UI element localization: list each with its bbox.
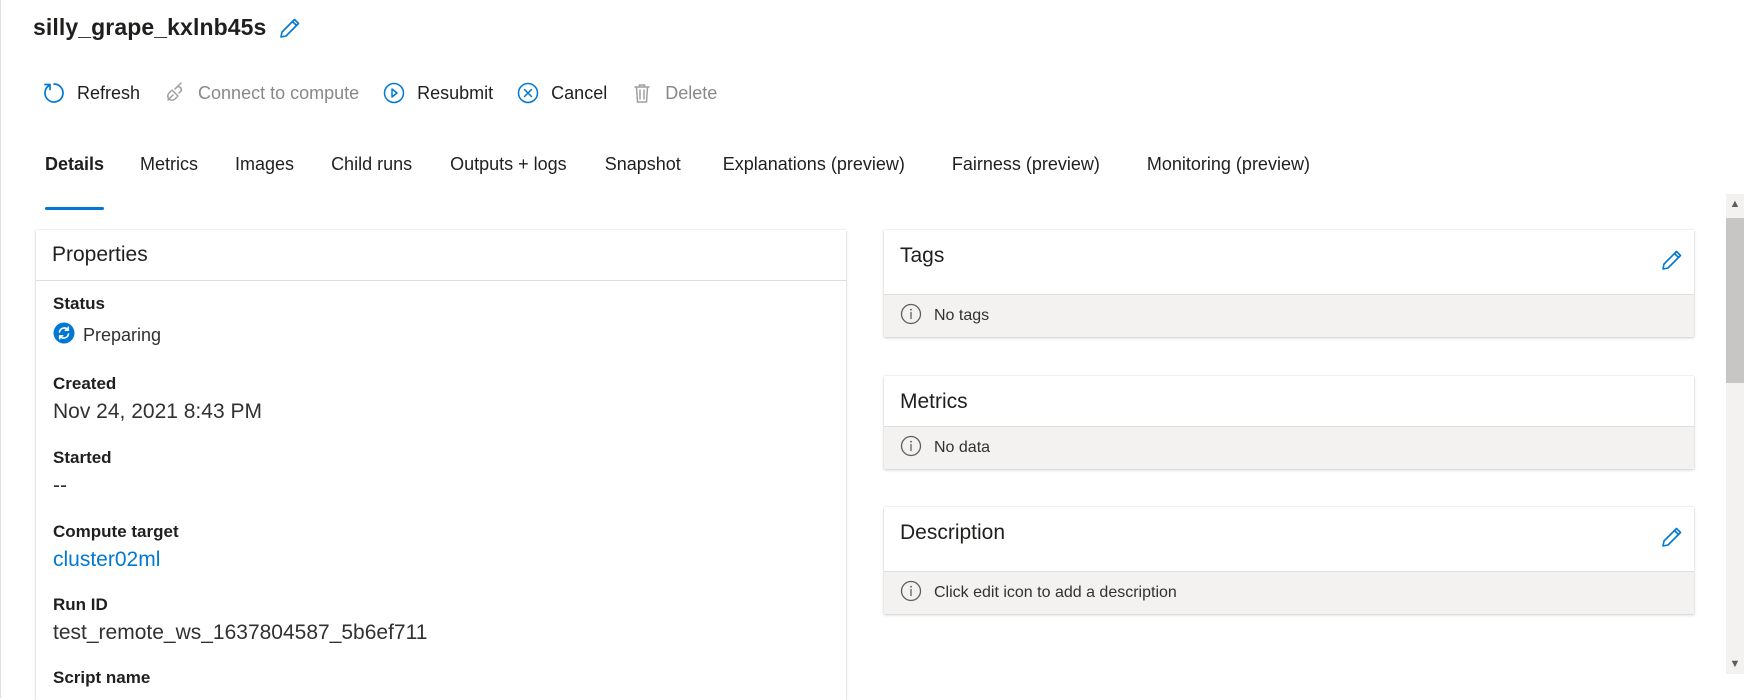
created-property: Created Nov 24, 2021 8:43 PM: [36, 374, 846, 424]
cancel-label: Cancel: [551, 82, 608, 103]
run-id-value: test_remote_ws_1637804587_5b6ef711: [53, 621, 428, 644]
resubmit-label: Resubmit: [417, 82, 494, 103]
description-header: Description: [884, 507, 1694, 571]
tags-header: Tags: [884, 230, 1694, 294]
properties-card: Properties Status Preparing Created Nov …: [36, 230, 846, 700]
tab-images[interactable]: Images: [235, 150, 294, 196]
script-name-property: Script name: [36, 668, 846, 688]
info-icon: [900, 435, 922, 462]
preparing-status-icon: [53, 322, 75, 349]
script-name-label: Script name: [53, 668, 151, 687]
status-label: Status: [53, 294, 105, 313]
tags-card: Tags No tags: [884, 230, 1694, 337]
info-icon: [900, 303, 922, 330]
tags-empty-text: No tags: [934, 307, 990, 324]
edit-description-icon[interactable]: [1660, 525, 1684, 549]
command-bar: Refresh Connect to compute Resubmit Canc…: [41, 78, 739, 108]
metrics-card: Metrics No data: [884, 376, 1694, 469]
refresh-label: Refresh: [77, 82, 141, 103]
description-empty-text: Click edit icon to add a description: [934, 584, 1177, 601]
connect-label: Connect to compute: [198, 82, 360, 103]
metrics-empty-row: No data: [884, 426, 1694, 469]
play-circle-icon: [381, 80, 407, 106]
tags-title: Tags: [900, 244, 945, 267]
run-id-property: Run ID test_remote_ws_1637804587_5b6ef71…: [36, 595, 846, 645]
tab-monitoring[interactable]: Monitoring (preview): [1147, 150, 1310, 196]
scrollbar-thumb[interactable]: [1726, 218, 1744, 383]
scroll-down-arrow[interactable]: ▼: [1726, 655, 1744, 673]
left-border: [0, 0, 1, 698]
started-property: Started --: [36, 448, 846, 498]
delete-button[interactable]: Delete: [629, 80, 717, 106]
refresh-icon: [41, 80, 67, 106]
status-value-row: Preparing: [53, 322, 846, 349]
description-card: Description Click edit icon to add a des…: [884, 507, 1694, 614]
delete-label: Delete: [665, 82, 718, 103]
scroll-up-arrow[interactable]: ▲: [1726, 195, 1744, 213]
tab-metrics[interactable]: Metrics: [140, 150, 198, 196]
info-icon: [900, 580, 922, 607]
refresh-button[interactable]: Refresh: [41, 80, 140, 106]
properties-header: Properties: [36, 230, 846, 281]
connect-to-compute-button[interactable]: Connect to compute: [162, 80, 359, 106]
compute-target-label: Compute target: [53, 522, 179, 541]
title-row: silly_grape_kxlnb45s: [33, 14, 302, 41]
description-empty-row: Click edit icon to add a description: [884, 571, 1694, 614]
tags-empty-row: No tags: [884, 294, 1694, 337]
edit-tags-icon[interactable]: [1660, 248, 1684, 272]
tab-outputs-logs[interactable]: Outputs + logs: [450, 150, 567, 196]
cancel-circle-icon: [515, 80, 541, 106]
tab-bar: Details Metrics Images Child runs Output…: [45, 150, 1310, 210]
metrics-title: Metrics: [900, 390, 968, 413]
status-value: Preparing: [83, 325, 162, 345]
edit-title-icon[interactable]: [278, 16, 302, 40]
description-title: Description: [900, 521, 1006, 544]
cancel-button[interactable]: Cancel: [515, 80, 607, 106]
run-id-label: Run ID: [53, 595, 108, 614]
tab-fairness[interactable]: Fairness (preview): [952, 150, 1100, 196]
run-title: silly_grape_kxlnb45s: [33, 14, 267, 40]
started-value: --: [53, 474, 67, 497]
tab-snapshot[interactable]: Snapshot: [605, 150, 681, 196]
created-value: Nov 24, 2021 8:43 PM: [53, 400, 262, 423]
created-label: Created: [53, 374, 117, 393]
plug-icon: [162, 80, 188, 106]
metrics-header: Metrics: [884, 376, 1694, 426]
tab-explanations[interactable]: Explanations (preview): [723, 150, 905, 196]
compute-target-link[interactable]: cluster02ml: [53, 548, 846, 572]
started-label: Started: [53, 448, 112, 467]
compute-target-property: Compute target cluster02ml: [36, 522, 846, 572]
resubmit-button[interactable]: Resubmit: [381, 80, 493, 106]
tab-details[interactable]: Details: [45, 150, 105, 210]
status-property: Status Preparing: [36, 294, 846, 349]
metrics-empty-text: No data: [934, 439, 991, 456]
tab-child-runs[interactable]: Child runs: [331, 150, 412, 196]
trash-icon: [629, 80, 655, 106]
